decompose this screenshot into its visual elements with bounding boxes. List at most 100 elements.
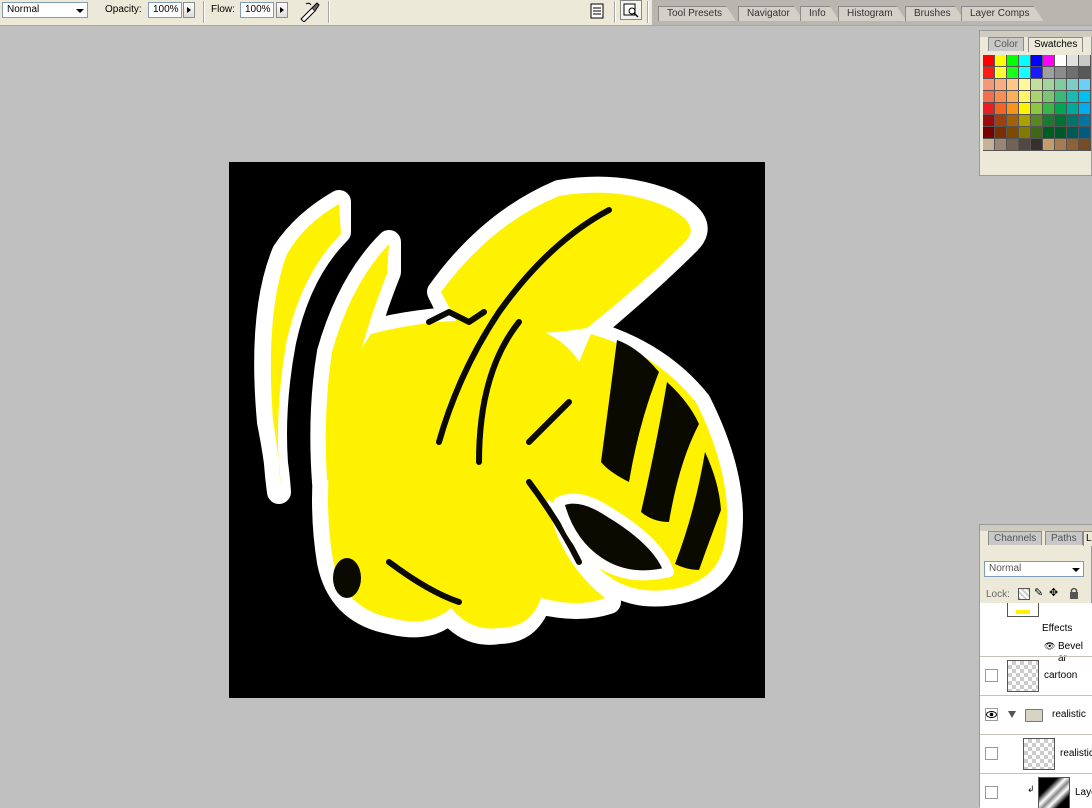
swatch[interactable]	[1067, 79, 1079, 91]
swatch[interactable]	[1055, 127, 1067, 139]
swatch[interactable]	[1031, 79, 1043, 91]
swatch[interactable]	[1031, 67, 1043, 79]
swatch[interactable]	[1007, 103, 1019, 115]
swatch[interactable]	[1055, 67, 1067, 79]
layer-row-bottom[interactable]: ↲ Laye	[980, 774, 1092, 808]
swatch[interactable]	[1043, 103, 1055, 115]
expand-triangle-icon[interactable]	[1008, 711, 1016, 718]
eye-icon[interactable]: 👁	[1044, 641, 1055, 652]
tab-swatches[interactable]: Swatches	[1028, 37, 1084, 52]
swatch[interactable]	[1079, 139, 1091, 151]
swatch[interactable]	[1031, 115, 1043, 127]
swatch[interactable]	[1067, 67, 1079, 79]
swatch[interactable]	[1067, 139, 1079, 151]
swatch[interactable]	[995, 103, 1007, 115]
swatch[interactable]	[1055, 79, 1067, 91]
swatch[interactable]	[1079, 91, 1091, 103]
visibility-toggle[interactable]	[985, 708, 998, 721]
lock-all-icon[interactable]	[1069, 587, 1079, 599]
layer-row-cartoon[interactable]: cartoon	[980, 657, 1092, 696]
swatch[interactable]	[1055, 139, 1067, 151]
swatch[interactable]	[1019, 127, 1031, 139]
swatch[interactable]	[1067, 115, 1079, 127]
swatch[interactable]	[1055, 55, 1067, 67]
airbrush-icon[interactable]	[298, 0, 322, 23]
swatch[interactable]	[1079, 115, 1091, 127]
swatch[interactable]	[983, 103, 995, 115]
tab-brushes[interactable]: Brushes	[905, 6, 965, 21]
swatch[interactable]	[1067, 91, 1079, 103]
swatch[interactable]	[995, 139, 1007, 151]
swatch[interactable]	[1067, 127, 1079, 139]
swatch[interactable]	[1067, 55, 1079, 67]
lock-transparency-icon[interactable]	[1018, 588, 1030, 600]
swatch[interactable]	[983, 79, 995, 91]
swatch[interactable]	[1079, 127, 1091, 139]
swatch[interactable]	[1007, 79, 1019, 91]
swatch[interactable]	[1007, 127, 1019, 139]
tab-paths[interactable]: Paths	[1045, 531, 1083, 545]
layer-blend-mode-dropdown[interactable]: Normal	[984, 561, 1084, 577]
swatch[interactable]	[1019, 67, 1031, 79]
lock-pixels-icon[interactable]: ✎	[1034, 587, 1046, 599]
swatch[interactable]	[1043, 91, 1055, 103]
swatch[interactable]	[983, 115, 995, 127]
tab-layer-comps[interactable]: Layer Comps	[961, 6, 1043, 21]
swatch[interactable]	[1043, 67, 1055, 79]
flow-input[interactable]: 100%	[240, 2, 274, 18]
swatch[interactable]	[1019, 55, 1031, 67]
swatch[interactable]	[1007, 91, 1019, 103]
tab-tool-presets[interactable]: Tool Presets	[658, 6, 736, 21]
swatch[interactable]	[995, 127, 1007, 139]
swatch[interactable]	[983, 91, 995, 103]
swatch[interactable]	[995, 115, 1007, 127]
swatch[interactable]	[1019, 139, 1031, 151]
swatch[interactable]	[1055, 91, 1067, 103]
tab-navigator[interactable]: Navigator	[738, 6, 804, 21]
swatch[interactable]	[995, 91, 1007, 103]
file-browser-icon[interactable]	[620, 0, 642, 20]
swatch[interactable]	[1031, 55, 1043, 67]
swatch[interactable]	[1007, 55, 1019, 67]
swatch[interactable]	[1031, 139, 1043, 151]
swatch[interactable]	[995, 67, 1007, 79]
swatch[interactable]	[1067, 103, 1079, 115]
tab-histogram[interactable]: Histogram	[838, 6, 907, 21]
palette-toggle-icon[interactable]	[588, 2, 606, 20]
swatch[interactable]	[1019, 103, 1031, 115]
lock-position-icon[interactable]: ✥	[1049, 587, 1061, 599]
swatch[interactable]	[1079, 67, 1091, 79]
swatch[interactable]	[1079, 55, 1091, 67]
tab-channels[interactable]: Channels	[988, 531, 1043, 545]
swatch[interactable]	[983, 127, 995, 139]
swatch[interactable]	[1043, 55, 1055, 67]
swatch[interactable]	[1079, 79, 1091, 91]
swatch[interactable]	[1007, 115, 1019, 127]
visibility-toggle[interactable]	[985, 786, 998, 799]
swatch[interactable]	[1031, 91, 1043, 103]
visibility-toggle[interactable]	[985, 747, 998, 760]
swatch[interactable]	[1043, 115, 1055, 127]
swatch[interactable]	[1043, 127, 1055, 139]
swatch[interactable]	[1055, 103, 1067, 115]
layer-group-realistic[interactable]: realistic	[980, 696, 1092, 735]
swatch[interactable]	[1007, 139, 1019, 151]
swatch[interactable]	[995, 55, 1007, 67]
swatch[interactable]	[983, 139, 995, 151]
opacity-slider-arrow[interactable]	[183, 2, 195, 18]
layer-row-realistic[interactable]: realistic	[980, 735, 1092, 774]
document-canvas[interactable]	[229, 162, 765, 698]
swatch[interactable]	[1055, 115, 1067, 127]
swatch[interactable]	[983, 55, 995, 67]
swatch[interactable]	[1079, 103, 1091, 115]
swatch[interactable]	[1019, 79, 1031, 91]
opacity-input[interactable]: 100%	[148, 2, 182, 18]
swatch[interactable]	[1019, 115, 1031, 127]
swatch[interactable]	[995, 79, 1007, 91]
tab-info[interactable]: Info	[800, 6, 840, 21]
mode-dropdown[interactable]: Normal	[2, 2, 88, 18]
swatch[interactable]	[1031, 103, 1043, 115]
swatch[interactable]	[1007, 67, 1019, 79]
swatch[interactable]	[1031, 127, 1043, 139]
tab-color[interactable]: Color	[988, 37, 1024, 51]
